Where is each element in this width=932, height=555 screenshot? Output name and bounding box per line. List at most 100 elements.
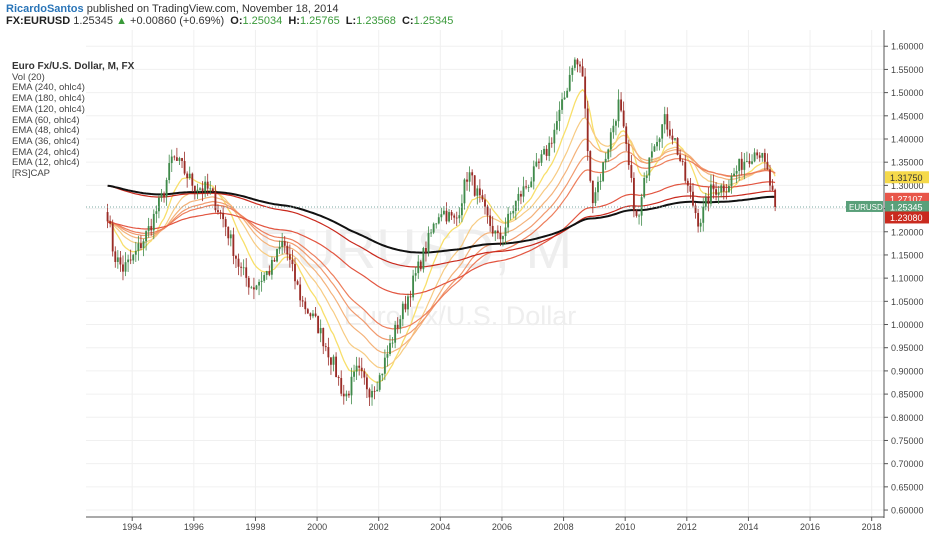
candle-body bbox=[537, 161, 540, 163]
candle-body bbox=[425, 247, 427, 253]
x-tick-label: 2008 bbox=[554, 522, 574, 532]
candle-body bbox=[584, 76, 587, 109]
candle-body bbox=[175, 157, 178, 161]
candle-body bbox=[525, 186, 528, 188]
candle-body bbox=[283, 241, 286, 246]
candle-body bbox=[396, 324, 399, 329]
candle-body bbox=[235, 255, 237, 259]
legend-item[interactable]: EMA (120, ohlc4) bbox=[12, 104, 134, 116]
candle-body bbox=[704, 197, 707, 207]
candle-body bbox=[142, 241, 145, 249]
candle-body bbox=[617, 99, 620, 122]
candle-body bbox=[304, 301, 307, 310]
candle-body bbox=[268, 271, 271, 275]
candle-body bbox=[389, 343, 391, 355]
candle-body bbox=[563, 97, 566, 100]
x-tick-label: 2016 bbox=[800, 522, 820, 532]
close-value: 1.25345 bbox=[413, 15, 454, 27]
candle-body bbox=[314, 313, 317, 317]
x-tick-label: 2006 bbox=[492, 522, 512, 532]
candle-body bbox=[568, 74, 571, 91]
candle-body bbox=[730, 176, 733, 186]
y-tick-label: 0.70000 bbox=[891, 459, 924, 469]
y-tick-label: 0.80000 bbox=[891, 413, 924, 423]
candle-body bbox=[640, 197, 643, 216]
candle-body bbox=[345, 393, 348, 397]
candle-body bbox=[615, 121, 617, 126]
candle-body bbox=[240, 266, 243, 268]
candle-body bbox=[368, 389, 371, 398]
candle-body bbox=[350, 376, 353, 396]
candle-body bbox=[679, 154, 682, 161]
candle-body bbox=[522, 186, 525, 197]
candle-body bbox=[504, 227, 507, 237]
candle-body bbox=[365, 377, 368, 390]
candle-body bbox=[758, 155, 761, 158]
price-tag-text: 1.31750 bbox=[890, 173, 923, 183]
candle-body bbox=[299, 284, 302, 301]
candle-body bbox=[686, 180, 689, 186]
symbol-price-tag-text: EURUSD bbox=[849, 203, 883, 212]
candle-body bbox=[124, 262, 127, 272]
candle-body bbox=[645, 175, 648, 178]
candle-body bbox=[566, 90, 569, 98]
candle-body bbox=[383, 357, 386, 374]
y-tick-label: 1.35000 bbox=[891, 158, 924, 168]
candle-body bbox=[576, 59, 579, 65]
chart-area[interactable]: EURUSD, M Euro Fx/U.S. Dollar 0.60000 0.6… bbox=[0, 30, 932, 550]
candle-body bbox=[697, 213, 700, 227]
candle-body bbox=[751, 161, 753, 164]
candle-body bbox=[496, 230, 499, 233]
candle-body bbox=[399, 319, 402, 329]
candle-body bbox=[725, 191, 728, 193]
candle-body bbox=[360, 367, 363, 372]
price-chart[interactable]: EURUSD, M Euro Fx/U.S. Dollar 0.600000.6… bbox=[0, 30, 932, 550]
candle-body bbox=[769, 169, 771, 186]
candle-body bbox=[738, 158, 741, 172]
candle-body bbox=[201, 188, 204, 192]
up-arrow-icon: ▲ bbox=[116, 15, 127, 27]
candle-body bbox=[658, 138, 661, 143]
candle-body bbox=[186, 173, 189, 178]
x-tick-label: 2002 bbox=[369, 522, 389, 532]
candle-body bbox=[527, 187, 530, 188]
candle-body bbox=[270, 259, 273, 275]
symbol-label: FX:EURUSD bbox=[6, 15, 71, 27]
candle-body bbox=[476, 188, 479, 196]
candle-body bbox=[301, 300, 304, 302]
candle-body bbox=[442, 210, 445, 215]
candle-body bbox=[471, 172, 474, 176]
candle-body bbox=[450, 212, 453, 216]
candle-body bbox=[160, 193, 163, 198]
candle-body bbox=[237, 258, 240, 267]
candle-body bbox=[427, 232, 430, 253]
candle-body bbox=[681, 160, 684, 162]
candle-body bbox=[740, 158, 743, 170]
candle-body bbox=[650, 151, 653, 158]
y-tick-label: 0.65000 bbox=[891, 482, 924, 492]
x-tick-label: 2000 bbox=[307, 522, 327, 532]
indicator-legend: Euro Fx/U.S. Dollar, M, FX Vol (20) EMA … bbox=[12, 61, 134, 180]
legend-item[interactable]: [RS]CAP bbox=[12, 168, 134, 180]
author-link[interactable]: RicardoSantos bbox=[6, 3, 84, 15]
candle-body bbox=[771, 185, 774, 190]
candle-body bbox=[412, 275, 415, 298]
candle-body bbox=[602, 162, 605, 181]
candle-body bbox=[168, 163, 171, 181]
x-tick-label: 2012 bbox=[677, 522, 697, 532]
candle-body bbox=[276, 249, 278, 262]
candle-body bbox=[404, 303, 407, 310]
candle-body bbox=[255, 285, 258, 290]
candle-body bbox=[391, 342, 394, 344]
candle-body bbox=[432, 223, 435, 233]
candle-body bbox=[394, 324, 397, 343]
y-tick-label: 1.00000 bbox=[891, 320, 924, 330]
candle-body bbox=[273, 259, 276, 262]
candle-body bbox=[211, 188, 214, 192]
y-tick-label: 0.75000 bbox=[891, 436, 924, 446]
candle-body bbox=[204, 181, 207, 192]
candle-body bbox=[401, 303, 404, 320]
candle-body bbox=[358, 365, 361, 368]
candle-body bbox=[312, 313, 314, 317]
candle-body bbox=[409, 296, 412, 298]
